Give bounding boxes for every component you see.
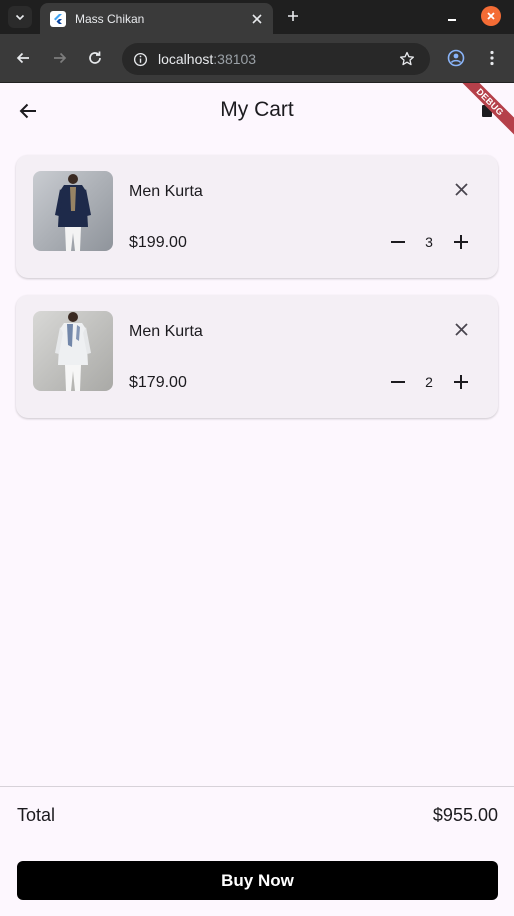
url-port: :38103 (213, 51, 257, 67)
remove-item-button[interactable] (452, 180, 470, 198)
minus-icon (391, 381, 405, 383)
tab-title: Mass Chikan (75, 11, 145, 26)
navy-kurta-image (33, 171, 113, 251)
total-value: $955.00 (432, 805, 498, 825)
decrease-quantity-button[interactable] (388, 372, 408, 392)
item-price: $179.00 (129, 374, 187, 391)
plus-icon (288, 11, 298, 21)
browser-menu-button[interactable] (482, 48, 502, 68)
back-nav-button[interactable] (13, 48, 33, 68)
browser-toolbar: localhost:38103 (0, 34, 514, 83)
app-viewport: My Cart DEBUG Men Kurta $199.00 3 Men Ku… (0, 83, 514, 916)
forward-nav-button[interactable] (50, 48, 70, 68)
bookmark-star-icon[interactable] (398, 50, 416, 68)
plus-icon (454, 375, 468, 389)
browser-tab[interactable]: Mass Chikan (40, 3, 273, 34)
url-text: localhost:38103 (158, 51, 256, 67)
close-icon (454, 322, 468, 336)
decrease-quantity-button[interactable] (388, 232, 408, 252)
reload-icon (89, 51, 101, 64)
cart-item-card: Men Kurta $179.00 2 (16, 295, 498, 418)
increase-quantity-button[interactable] (451, 372, 471, 392)
plus-icon (454, 235, 468, 249)
increase-quantity-button[interactable] (451, 232, 471, 252)
close-window-button[interactable] (481, 6, 501, 26)
app-bar: My Cart (0, 83, 514, 139)
product-thumbnail[interactable] (33, 171, 113, 251)
page-title: My Cart (220, 98, 294, 121)
url-host: localhost (158, 51, 214, 67)
minimize-icon (448, 19, 456, 21)
remove-item-button[interactable] (452, 320, 470, 338)
close-icon (454, 182, 468, 196)
quantity-value: 2 (425, 374, 433, 390)
profile-button[interactable] (446, 48, 466, 68)
cart-action-icon[interactable] (482, 105, 492, 117)
profile-icon (447, 49, 465, 67)
item-price: $199.00 (129, 234, 187, 251)
address-bar[interactable]: localhost:38103 (122, 43, 430, 75)
chevron-down-icon (15, 14, 25, 21)
total-label: Total (17, 805, 56, 825)
site-info-icon[interactable] (132, 51, 148, 67)
arrow-right-icon (54, 52, 67, 64)
reload-button[interactable] (85, 48, 105, 68)
minus-icon (391, 241, 405, 243)
flutter-icon (50, 10, 66, 27)
white-kurta-image (33, 311, 113, 391)
tab-search-button[interactable] (8, 6, 32, 28)
quantity-value: 3 (425, 234, 433, 250)
item-name: Men Kurta (129, 183, 203, 200)
arrow-left-icon (16, 52, 29, 64)
minimize-window-button[interactable] (444, 10, 460, 24)
browser-tab-bar: Mass Chikan (0, 0, 514, 34)
footer-divider (0, 786, 514, 787)
buy-now-button[interactable]: Buy Now (17, 861, 498, 900)
close-icon (487, 12, 495, 20)
new-tab-button[interactable] (283, 6, 303, 26)
product-thumbnail[interactable] (33, 311, 113, 391)
cart-item-card: Men Kurta $199.00 3 (16, 155, 498, 278)
more-vertical-icon (490, 50, 494, 66)
tab-close-icon[interactable] (249, 11, 265, 27)
item-name: Men Kurta (129, 323, 203, 340)
